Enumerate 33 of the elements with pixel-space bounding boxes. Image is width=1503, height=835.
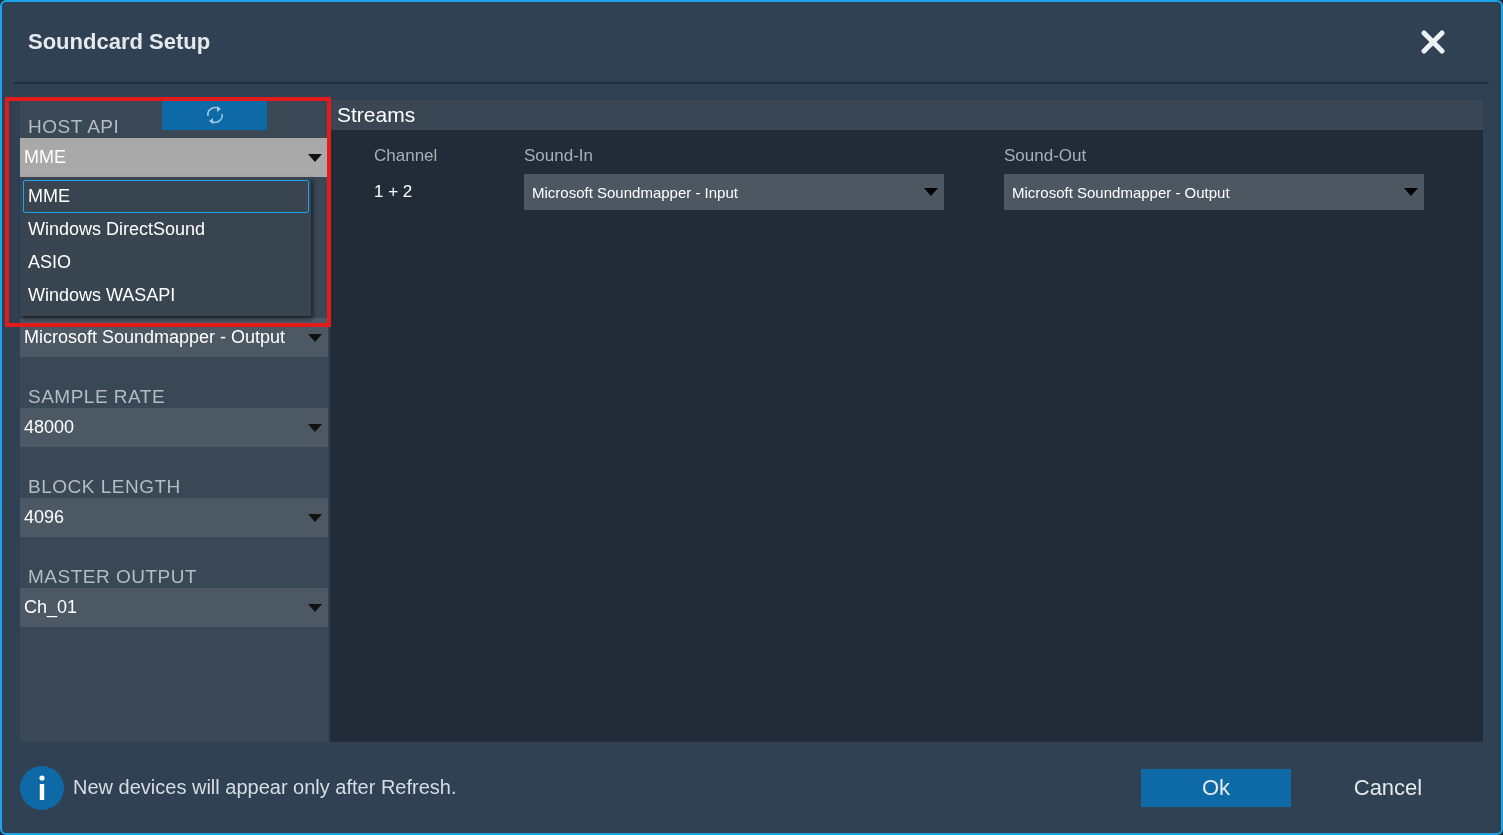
- caret-icon: [308, 153, 322, 162]
- device-dropdown[interactable]: Microsoft Soundmapper - Output: [20, 318, 328, 357]
- menu-option[interactable]: Windows DirectSound: [23, 213, 309, 246]
- caret-icon: [308, 603, 322, 612]
- menu-option[interactable]: ASIO: [23, 246, 309, 279]
- caret-icon: [924, 188, 938, 196]
- setting-label: BLOCK LENGTH: [27, 476, 181, 498]
- column-header: Sound-Out: [1004, 146, 1088, 166]
- sound-in-dropdown[interactable]: Microsoft Soundmapper - Input: [524, 174, 944, 210]
- caret-icon: [1404, 188, 1418, 196]
- info-icon: [20, 765, 64, 810]
- channel-label: 1 + 2: [374, 182, 414, 202]
- setting-dropdown[interactable]: 4096: [20, 498, 328, 537]
- cancel-button[interactable]: Cancel: [1313, 768, 1463, 807]
- setting-dropdown[interactable]: Ch_01: [20, 588, 328, 627]
- caret-icon: [308, 333, 322, 342]
- column-header: Channel: [374, 146, 439, 166]
- streams-header: Streams: [330, 100, 1483, 130]
- setting-label: SAMPLE RATE: [27, 386, 166, 408]
- setting-label: MASTER OUTPUT: [27, 566, 198, 588]
- window-title: Soundcard Setup: [28, 29, 211, 55]
- ok-button[interactable]: Ok: [1141, 768, 1291, 807]
- column-header: Sound-In: [524, 146, 594, 166]
- caret-icon: [308, 513, 322, 522]
- menu-option[interactable]: MME: [23, 180, 309, 213]
- menu-option[interactable]: Windows WASAPI: [23, 279, 309, 312]
- setting-dropdown[interactable]: 48000: [20, 408, 328, 447]
- info-message: New devices will appear only after Refresh.: [73, 776, 458, 799]
- caret-icon: [308, 423, 322, 432]
- host-api-label: HOST API: [27, 116, 121, 138]
- refresh-icon: [204, 104, 225, 126]
- close-icon[interactable]: [1421, 30, 1445, 54]
- sound-out-dropdown[interactable]: Microsoft Soundmapper - Output: [1004, 174, 1424, 210]
